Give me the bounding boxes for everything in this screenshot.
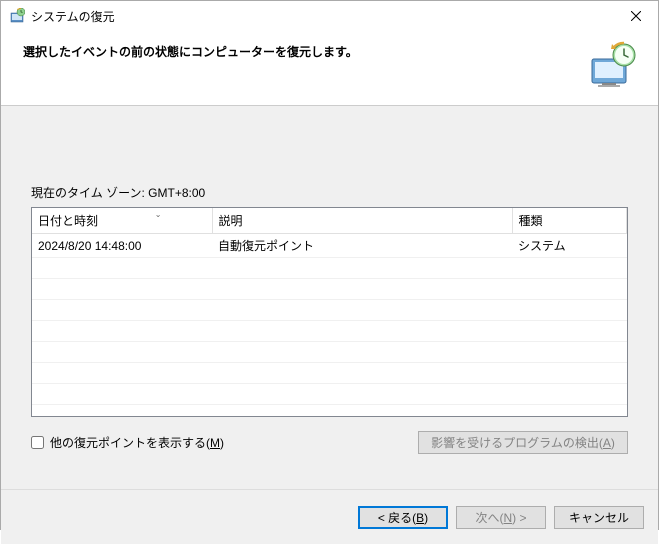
column-header-description-label: 説明 [219, 214, 243, 228]
show-more-checkbox[interactable] [31, 436, 44, 449]
scan-affected-programs-button[interactable]: 影響を受けるプログラムの検出(A) [418, 431, 628, 454]
restore-large-icon [586, 41, 636, 91]
column-header-date-label: 日付と時刻 [38, 214, 98, 228]
cell-description: 自動復元ポイント [212, 234, 512, 258]
table-row-empty [32, 363, 627, 384]
show-more-text: 他の復元ポイントを表示する(M) [50, 434, 224, 451]
window-title-text: システムの復元 [31, 8, 115, 25]
column-header-type-label: 種類 [519, 214, 543, 228]
restore-small-icon [9, 8, 25, 24]
wizard-header: 選択したイベントの前の状態にコンピューターを復元します。 [1, 31, 658, 106]
wizard-footer: < 戻る(B) 次へ(N) > キャンセル [1, 490, 658, 544]
timezone-label: 現在のタイム ゾーン: GMT+8:00 [31, 184, 628, 201]
table-row-empty [32, 321, 627, 342]
show-more-checkbox-label[interactable]: 他の復元ポイントを表示する(M) [31, 434, 224, 451]
table-row-empty [32, 384, 627, 405]
column-header-type[interactable]: 種類 [512, 208, 627, 234]
table-row-empty [32, 258, 627, 279]
column-header-description[interactable]: 説明 [212, 208, 512, 234]
wizard-heading: 選択したイベントの前の状態にコンピューターを復元します。 [23, 41, 358, 60]
cell-date: 2024/8/20 14:48:00 [32, 234, 212, 258]
window-title: システムの復元 [9, 8, 115, 25]
next-button[interactable]: 次へ(N) > [456, 506, 546, 529]
titlebar: システムの復元 [1, 1, 658, 31]
close-button[interactable] [614, 1, 658, 31]
below-table-row: 他の復元ポイントを表示する(M) 影響を受けるプログラムの検出(A) [31, 431, 628, 454]
table-row[interactable]: 2024/8/20 14:48:00自動復元ポイントシステム [32, 234, 627, 258]
table-row-empty [32, 279, 627, 300]
table-row-empty [32, 300, 627, 321]
close-icon [631, 11, 641, 21]
back-button[interactable]: < 戻る(B) [358, 506, 448, 529]
column-header-date[interactable]: 日付と時刻 ⌄ [32, 208, 212, 234]
cancel-button[interactable]: キャンセル [554, 506, 644, 529]
restore-points-table[interactable]: 日付と時刻 ⌄ 説明 種類 2024/8/20 14:48:00自動復元ポイント… [31, 207, 628, 417]
table-row-empty [32, 342, 627, 363]
wizard-content: 現在のタイム ゾーン: GMT+8:00 日付と時刻 ⌄ 説明 種類 [1, 106, 658, 490]
cell-type: システム [512, 234, 627, 258]
table-header-row: 日付と時刻 ⌄ 説明 種類 [32, 208, 627, 234]
sort-descending-icon: ⌄ [155, 210, 162, 219]
table-row-empty [32, 405, 627, 418]
